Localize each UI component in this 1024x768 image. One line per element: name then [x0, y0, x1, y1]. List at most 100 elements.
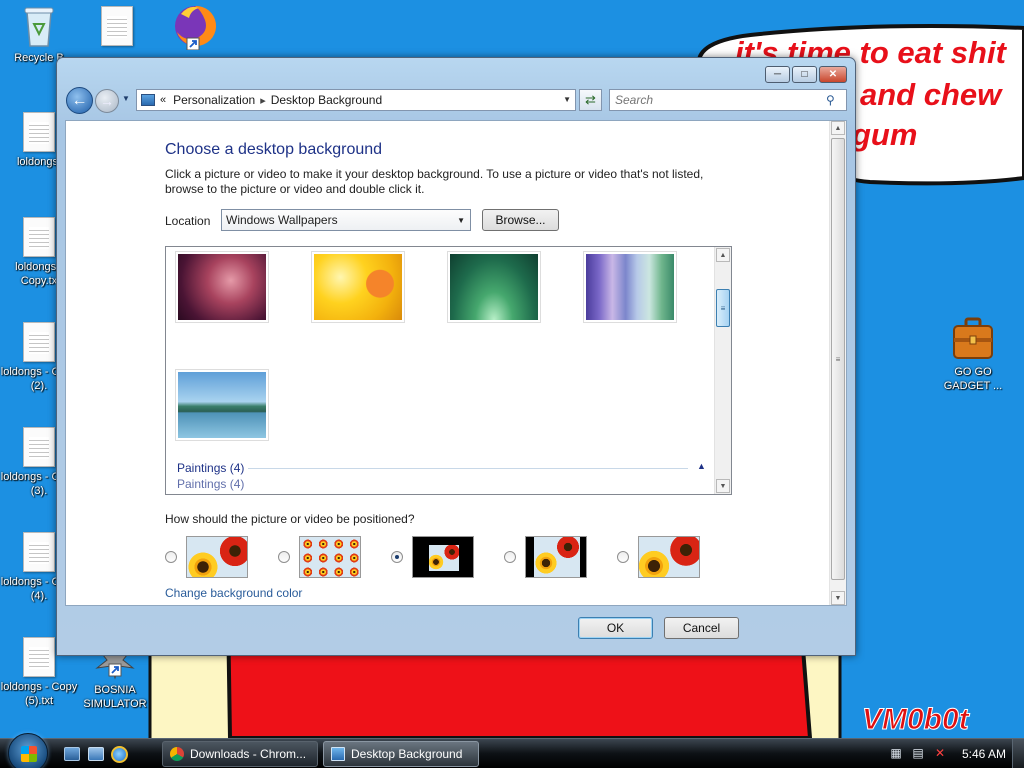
recycle-bin-icon [24, 7, 54, 47]
desktop-icon-text-file[interactable] [78, 6, 156, 49]
wallpaper-image [178, 372, 266, 438]
position-preview-fit[interactable] [525, 536, 587, 578]
breadcrumb-desktop-background[interactable]: Desktop Background [271, 93, 382, 107]
address-dropdown-icon[interactable]: ▼ [563, 95, 571, 104]
wallpaper-thumbnail[interactable] [311, 251, 405, 323]
desktop-icon-label: loldongs - Copy (5).txt [0, 681, 78, 707]
scroll-up-icon[interactable]: ▲ [716, 248, 730, 262]
text-file-icon [23, 112, 55, 152]
scroll-down-icon[interactable]: ▼ [831, 591, 845, 605]
position-option-center[interactable] [391, 536, 474, 578]
taskbar-button-label: Downloads - Chrom... [190, 747, 307, 761]
desktop-icon-go-go-gadget[interactable]: GO GO GADGET ... [934, 316, 1012, 393]
position-option-fit[interactable] [504, 536, 587, 578]
scroll-down-icon[interactable]: ▼ [716, 479, 730, 493]
recent-pages-dropdown[interactable]: ▼ [122, 94, 130, 103]
location-label: Location [165, 214, 211, 228]
back-arrow-icon: ← [71, 91, 88, 109]
content-scrollbar-thumb[interactable]: ≡ [831, 138, 845, 580]
page-description: Click a picture or video to make it your… [165, 167, 704, 196]
position-option-fill[interactable] [165, 536, 248, 578]
cancel-button[interactable]: Cancel [664, 617, 739, 639]
radio-stretch[interactable] [617, 551, 629, 563]
show-desktop-button[interactable] [1012, 739, 1024, 768]
collapse-group-icon[interactable]: ▲ [697, 461, 706, 471]
desktop-icon-label: GO GO GADGET ... [943, 366, 1003, 392]
position-option-stretch[interactable] [617, 536, 700, 578]
location-value: Windows Wallpapers [226, 213, 338, 227]
content-scrollbar[interactable]: ▲ ≡ ▼ [829, 121, 846, 605]
internet-explorer-icon[interactable] [111, 746, 128, 763]
content-area: Choose a desktop background Click a pict… [65, 120, 847, 606]
address-bar[interactable]: « Personalization ▸ Desktop Background ▼ [136, 89, 576, 111]
group-header-ghost: Paintings (4) [177, 477, 245, 491]
wallpaper-thumbnail[interactable] [175, 251, 269, 323]
minimize-button[interactable]: ─ [765, 66, 790, 83]
start-button[interactable] [8, 733, 48, 768]
desktop-icon-label: BOSNIA SIMULATOR [83, 684, 147, 710]
action-center-icon[interactable]: ▤ [910, 745, 926, 761]
refresh-button[interactable]: ⇄ [579, 89, 602, 111]
refresh-icon: ⇄ [585, 92, 596, 107]
chrome-icon [170, 747, 184, 761]
breadcrumb-personalization[interactable]: Personalization [173, 93, 255, 107]
clock[interactable]: 5:46 AM [962, 747, 1006, 761]
change-background-color-link[interactable]: Change background color [165, 586, 302, 600]
forward-button[interactable]: → [95, 89, 119, 113]
wallpaper-gallery: Paintings (4) ▲ Paintings (4) ▲ ≡ ▼ [165, 246, 732, 495]
radio-tile[interactable] [278, 551, 290, 563]
location-dropdown[interactable]: Windows Wallpapers ▼ [221, 209, 471, 231]
position-question: How should the picture or video be posit… [165, 512, 415, 526]
back-button[interactable]: ← [66, 87, 93, 114]
wallpaper-thumbnail[interactable] [447, 251, 541, 323]
text-file-icon [23, 637, 55, 677]
group-header-paintings[interactable]: Paintings (4) [177, 461, 244, 475]
desktop-icon-firefox[interactable] [156, 2, 234, 53]
search-box[interactable]: ⚲ [609, 89, 847, 111]
scrollbar-thumb[interactable]: ≡ [716, 289, 730, 327]
radio-center[interactable] [391, 551, 403, 563]
volume-muted-icon[interactable]: ✕ [932, 745, 948, 761]
close-button[interactable]: ✕ [819, 66, 847, 83]
search-input[interactable] [610, 93, 826, 107]
wallpaper-text-line3: gum [852, 117, 918, 152]
text-file-icon [23, 532, 55, 572]
maximize-button[interactable]: □ [792, 66, 817, 83]
position-preview-tile[interactable] [299, 536, 361, 578]
desktop-icon-recycle-bin[interactable]: Recycle B [0, 4, 78, 65]
taskbar-button-label: Desktop Background [351, 747, 463, 761]
taskbar-button-chrome[interactable]: Downloads - Chrom... [162, 741, 318, 767]
wallpaper-image [450, 254, 538, 320]
ok-button[interactable]: OK [578, 617, 653, 639]
network-icon[interactable]: ▦ [888, 745, 904, 761]
group-divider [248, 468, 688, 469]
taskbar-button-desktop-background[interactable]: Desktop Background [323, 741, 479, 767]
gallery-scrollbar[interactable]: ▲ ≡ ▼ [714, 247, 731, 494]
search-icon[interactable]: ⚲ [826, 93, 842, 107]
page-title: Choose a desktop background [165, 141, 383, 158]
breadcrumb-overflow-icon[interactable]: « [160, 94, 166, 106]
position-preview-stretch[interactable] [638, 536, 700, 578]
show-desktop-icon[interactable] [64, 747, 80, 761]
wallpaper-signature: VM0b0t [862, 703, 970, 737]
breadcrumb-separator-icon[interactable]: ▸ [260, 94, 266, 107]
wallpaper-thumbnail[interactable] [583, 251, 677, 323]
desktop-background-window: ─ □ ✕ ← → ▼ « Personalization ▸ Desktop … [56, 57, 856, 656]
chevron-down-icon: ▼ [457, 216, 465, 225]
radio-fit[interactable] [504, 551, 516, 563]
wallpaper-image [178, 254, 266, 320]
wallpaper-image [586, 254, 674, 320]
firefox-icon [175, 5, 217, 50]
caption-buttons: ─ □ ✕ [765, 66, 847, 83]
scroll-up-icon[interactable]: ▲ [831, 121, 845, 135]
position-option-tile[interactable] [278, 536, 361, 578]
wallpaper-image [314, 254, 402, 320]
position-preview-center[interactable] [412, 536, 474, 578]
browse-button[interactable]: Browse... [482, 209, 559, 231]
control-panel-icon [141, 94, 155, 106]
wallpaper-thumbnail[interactable] [175, 369, 269, 441]
switch-windows-icon[interactable] [88, 747, 104, 761]
radio-fill[interactable] [165, 551, 177, 563]
position-preview-fill[interactable] [186, 536, 248, 578]
text-file-icon [23, 322, 55, 362]
